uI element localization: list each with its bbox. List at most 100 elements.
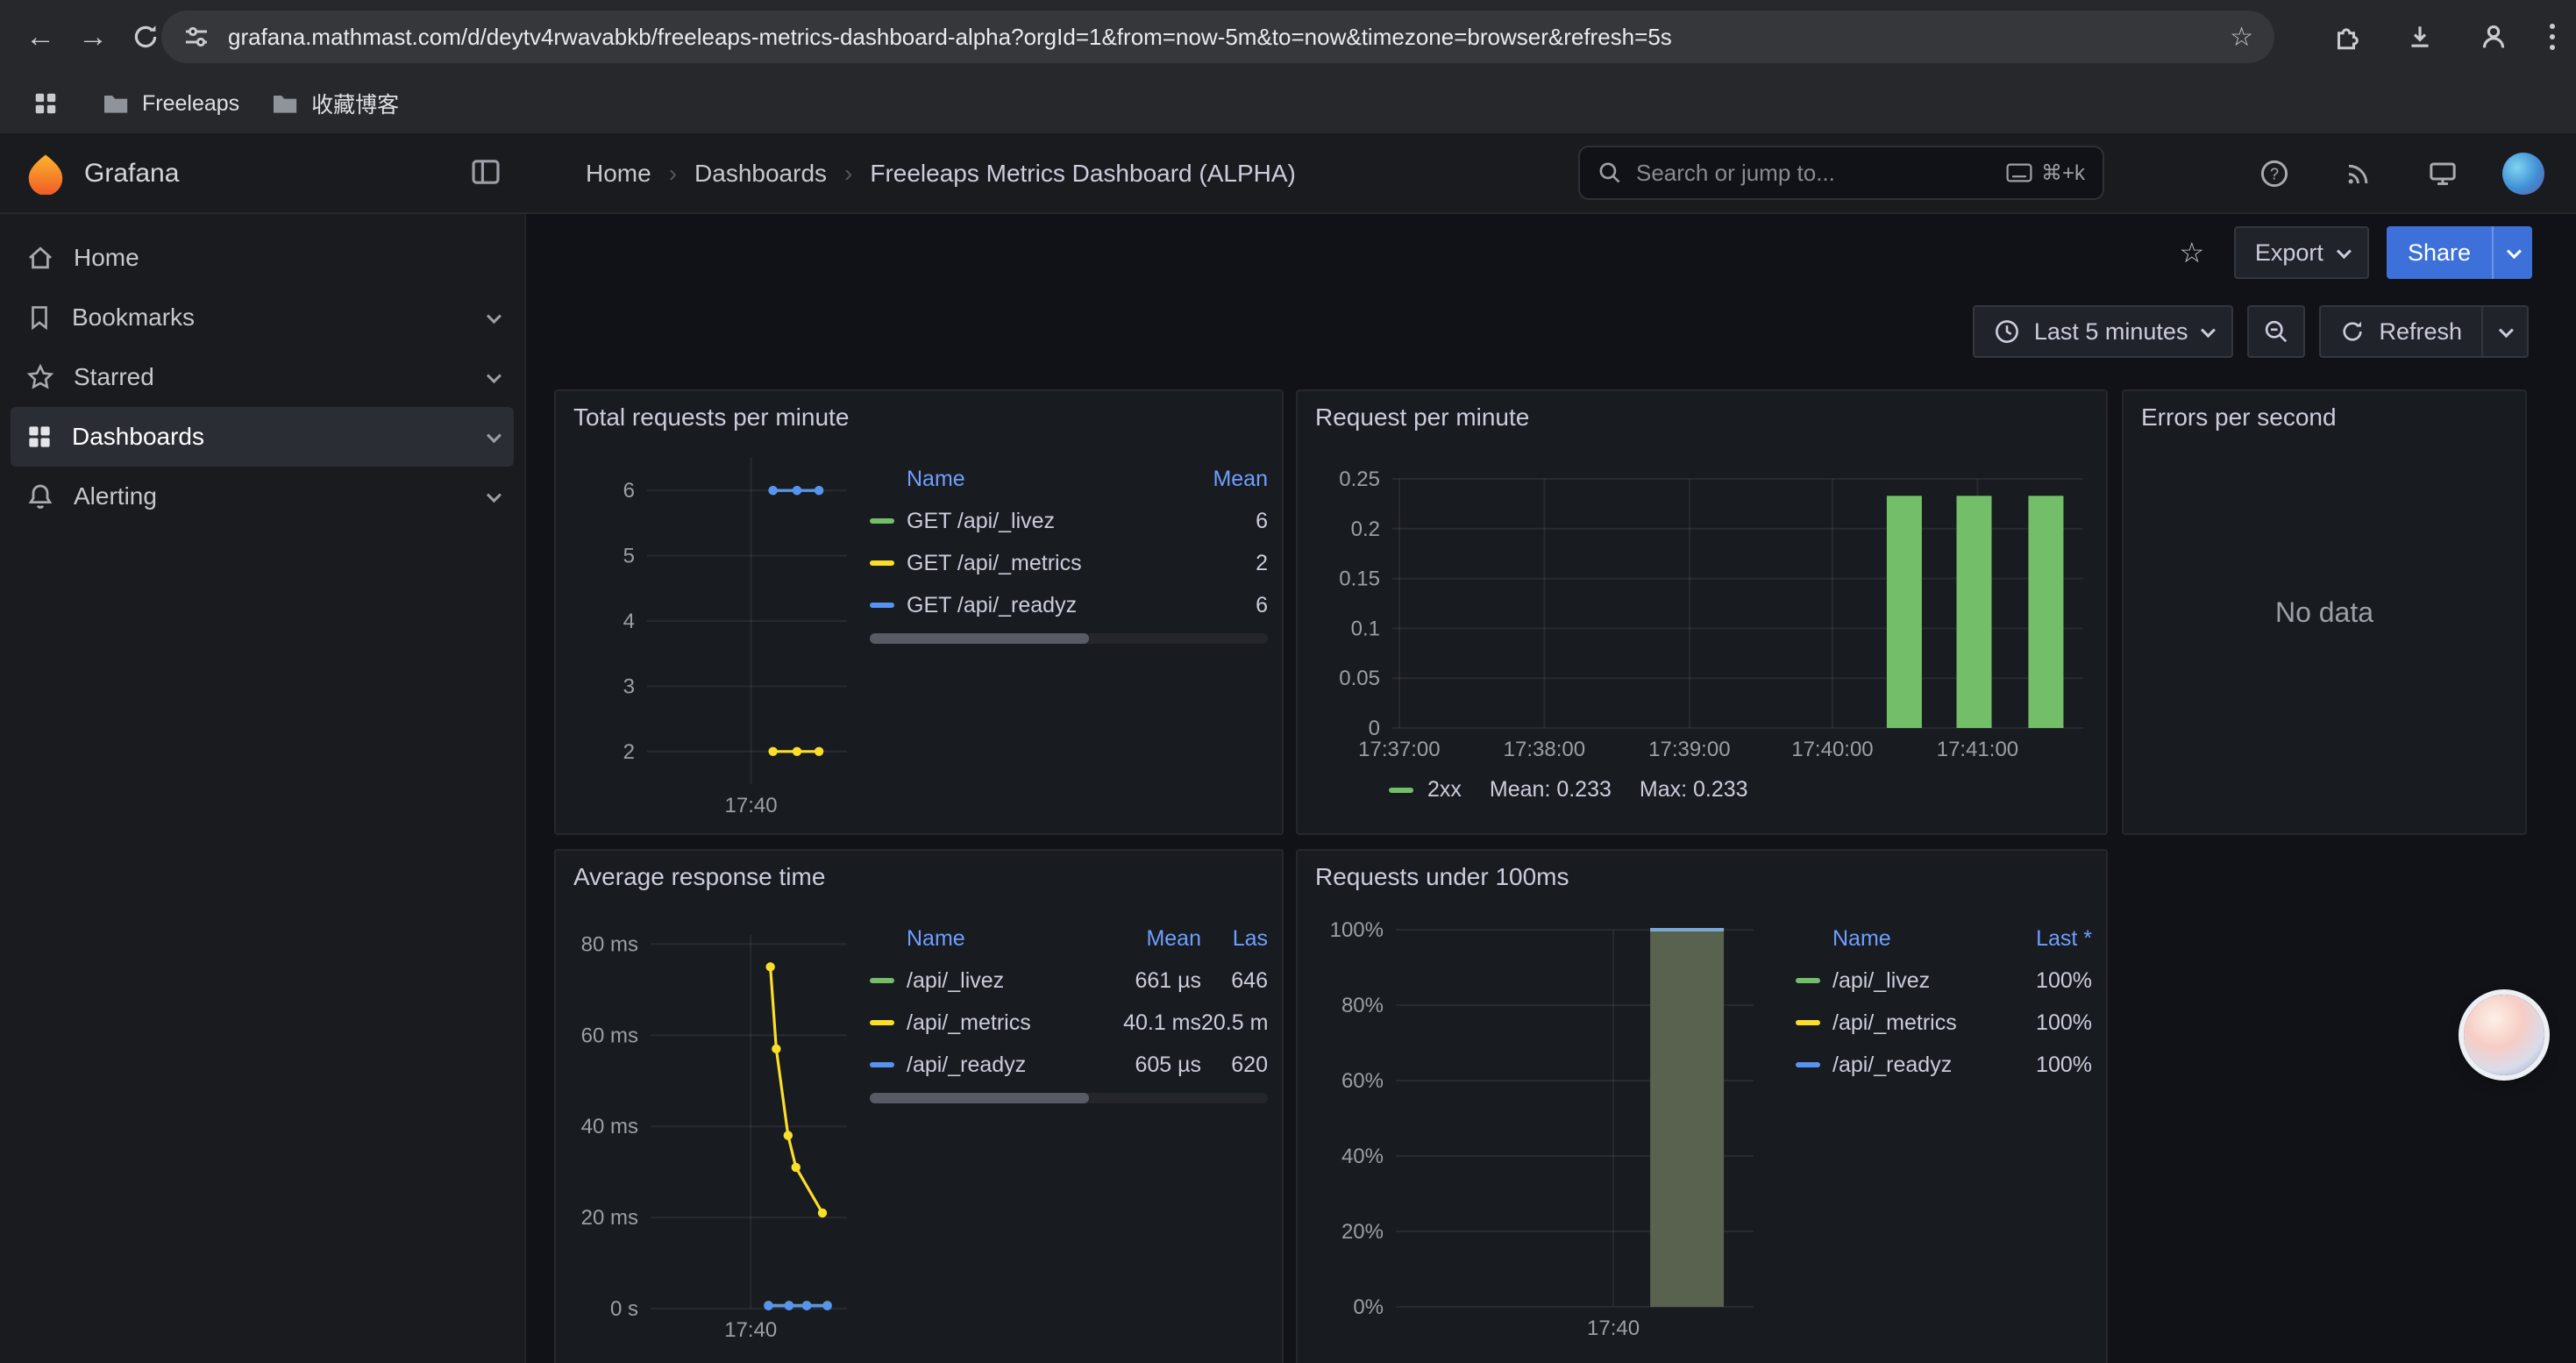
chevron-down-icon — [2337, 244, 2352, 259]
rss-icon[interactable] — [2334, 149, 2383, 198]
legend-row[interactable]: /api/_readyz 605 µs 620 — [870, 1044, 1268, 1086]
chevron-down-icon — [2499, 323, 2514, 338]
refresh-button[interactable]: Refresh — [2319, 305, 2483, 358]
folder-icon — [271, 91, 299, 116]
bar-chart[interactable]: 0%20%40%60%80%100%17:40 — [1312, 896, 1785, 1338]
svg-text:0.05: 0.05 — [1339, 667, 1380, 690]
chevron-down-icon[interactable] — [487, 488, 502, 503]
bookmark-folder-freeleaps[interactable]: Freeleaps — [102, 91, 239, 117]
chevron-down-icon[interactable] — [487, 428, 502, 443]
url-text[interactable]: grafana.mathmast.com/d/deytv4rwavabkb/fr… — [228, 24, 2212, 51]
sidebar-item-starred[interactable]: Starred — [11, 347, 514, 407]
legend-scrollbar[interactable] — [870, 1093, 1268, 1103]
legend-header-last[interactable]: Last * — [2008, 926, 2092, 952]
sidebar-item-home[interactable]: Home — [11, 228, 514, 288]
home-icon — [26, 244, 54, 272]
legend-row[interactable]: /api/_livez 100% — [1796, 960, 2092, 1002]
share-button: Share — [2387, 226, 2532, 279]
legend-table: Name Mean GET /api/_livez 6 GET /api/_me… — [870, 458, 1268, 816]
share-menu-button[interactable] — [2494, 226, 2532, 279]
no-data-message: No data — [2124, 437, 2525, 788]
refresh-label: Refresh — [2379, 318, 2462, 346]
panel-requests-per-minute: Request per minute 00.050.10.150.20.2517… — [1296, 389, 2108, 835]
dock-sidebar-icon[interactable] — [470, 156, 502, 188]
bookmark-icon — [26, 304, 53, 331]
series-color-dash — [870, 518, 894, 524]
legend-row[interactable]: /api/_metrics 40.1 ms 20.5 m — [870, 1002, 1268, 1044]
breadcrumb: Home › Dashboards › Freeleaps Metrics Da… — [586, 133, 1296, 214]
svg-text:17:40:00: 17:40:00 — [1791, 738, 1873, 761]
chevron-down-icon[interactable] — [487, 309, 502, 324]
legend-row[interactable]: /api/_livez 661 µs 646 — [870, 960, 1268, 1002]
sidebar-item-label: Alerting — [74, 482, 468, 510]
panel-title[interactable]: Request per minute — [1298, 391, 2106, 437]
browser-profile-icon[interactable] — [2469, 12, 2518, 61]
legend-row[interactable]: GET /api/_metrics 2 — [870, 542, 1268, 584]
legend-scrollbar[interactable] — [870, 633, 1268, 644]
series-color-dash — [870, 603, 894, 608]
chevron-down-icon[interactable] — [487, 368, 502, 383]
sidebar-item-alerting[interactable]: Alerting — [11, 467, 514, 526]
help-icon[interactable]: ? — [2250, 149, 2299, 198]
legend-header-last[interactable]: Las — [1201, 926, 1268, 952]
legend-row[interactable]: GET /api/_livez 6 — [870, 500, 1268, 542]
series-color-dash — [870, 1020, 894, 1025]
svg-text:20%: 20% — [1341, 1220, 1384, 1244]
breadcrumb-dashboards[interactable]: Dashboards — [694, 160, 827, 188]
sidebar-item-bookmarks[interactable]: Bookmarks — [11, 288, 514, 347]
favorite-star-icon[interactable]: ☆ — [2167, 228, 2217, 277]
time-toolbar: Last 5 minutes Refresh — [1973, 305, 2529, 358]
search-input[interactable]: Search or jump to... ⌘+k — [1578, 146, 2104, 200]
sidebar-item-label: Starred — [74, 363, 468, 391]
user-avatar[interactable] — [2502, 153, 2544, 195]
panel-title[interactable]: Errors per second — [2124, 391, 2525, 437]
share-main-button[interactable]: Share — [2387, 226, 2494, 279]
svg-text:80 ms: 80 ms — [581, 932, 638, 956]
legend-header-mean[interactable]: Mean — [1089, 926, 1201, 952]
bookmark-folder-blogs[interactable]: 收藏博客 — [271, 88, 399, 119]
bookmark-star-icon[interactable]: ☆ — [2230, 22, 2253, 53]
legend-header-name[interactable]: Name — [870, 467, 1184, 492]
svg-text:3: 3 — [623, 674, 635, 698]
series-color-dash — [870, 978, 894, 983]
bar-chart[interactable]: 00.050.10.150.20.2517:37:0017:38:0017:39… — [1312, 437, 2096, 770]
zoom-out-button[interactable] — [2247, 305, 2305, 358]
legend-header-name[interactable]: Name — [1796, 926, 2008, 952]
breadcrumb-home[interactable]: Home — [586, 160, 651, 188]
legend-header-name[interactable]: Name — [870, 926, 1089, 952]
panel-title[interactable]: Requests under 100ms — [1298, 851, 2106, 896]
timeseries-chart[interactable]: 2345617:40 — [570, 437, 859, 816]
extensions-icon[interactable] — [2322, 12, 2371, 61]
refresh-interval-button[interactable] — [2483, 305, 2529, 358]
refresh-control: Refresh — [2319, 305, 2529, 358]
legend-row[interactable]: /api/_readyz 100% — [1796, 1044, 2092, 1086]
forward-icon[interactable]: → — [67, 11, 119, 63]
header-icons: ? — [2250, 133, 2544, 214]
legend-row[interactable]: GET /api/_readyz 6 — [870, 584, 1268, 626]
bookmark-label: Freeleaps — [142, 91, 239, 117]
back-icon[interactable]: ← — [14, 11, 67, 63]
svg-text:60 ms: 60 ms — [581, 1024, 638, 1047]
timeseries-chart[interactable]: 0 s20 ms40 ms60 ms80 ms17:40 — [570, 896, 859, 1342]
legend-row[interactable]: 2xx Mean: 0.233 Max: 0.233 — [1389, 777, 2092, 803]
display-icon[interactable] — [2418, 149, 2467, 198]
browser-menu-icon[interactable] — [2543, 24, 2562, 50]
panel-title[interactable]: Average response time — [556, 851, 1282, 896]
grafana-app: Grafana Home › Dashboards › Freeleaps Me… — [0, 133, 2576, 1363]
url-bar[interactable]: grafana.mathmast.com/d/deytv4rwavabkb/fr… — [161, 11, 2274, 63]
assistant-avatar[interactable] — [2464, 995, 2544, 1075]
apps-grid-icon[interactable] — [21, 79, 70, 128]
chevron-down-icon — [2507, 244, 2522, 259]
time-range-picker[interactable]: Last 5 minutes — [1973, 305, 2234, 358]
star-icon — [26, 363, 54, 391]
svg-text:80%: 80% — [1341, 994, 1384, 1017]
sidebar-item-dashboards[interactable]: Dashboards — [11, 407, 514, 467]
export-button[interactable]: Export — [2234, 226, 2369, 279]
site-info-icon[interactable] — [182, 23, 210, 51]
legend-row[interactable]: /api/_metrics 100% — [1796, 1002, 2092, 1044]
chevron-down-icon — [2201, 323, 2216, 338]
panel-title[interactable]: Total requests per minute — [556, 391, 1282, 437]
grafana-header: Grafana Home › Dashboards › Freeleaps Me… — [0, 133, 2576, 214]
downloads-icon[interactable] — [2395, 12, 2444, 61]
legend-header-mean[interactable]: Mean — [1184, 467, 1268, 492]
